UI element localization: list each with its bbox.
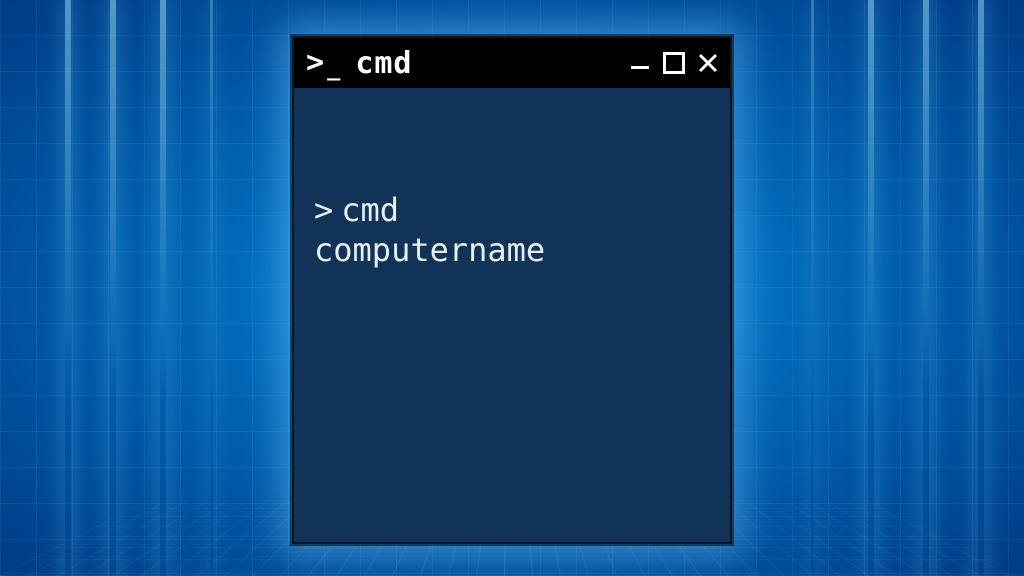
terminal-prompt-icon: >_ [306,48,341,78]
background-light-streak [868,0,874,576]
background-light-streak [811,0,814,576]
minimize-button[interactable] [628,51,652,75]
background-light-streak [923,0,929,576]
background-light-streak [110,0,116,576]
maximize-button[interactable] [662,51,686,75]
background-light-streak [65,0,71,576]
terminal-line: computername [314,230,710,270]
terminal-window: >_ cmd >cmdcomputername [292,36,732,544]
prompt-char: > [314,191,333,229]
window-controls [628,51,720,75]
background-light-streak [160,0,166,576]
background-light-streak [210,0,213,576]
command-text: computername [314,231,545,269]
window-title: cmd [355,46,628,81]
close-icon [698,53,718,73]
terminal-body[interactable]: >cmdcomputername [294,88,730,542]
background-light-streak [978,0,984,576]
titlebar[interactable]: >_ cmd [294,38,730,88]
close-button[interactable] [696,51,720,75]
command-text: cmd [341,191,399,229]
terminal-line: >cmd [314,190,710,230]
